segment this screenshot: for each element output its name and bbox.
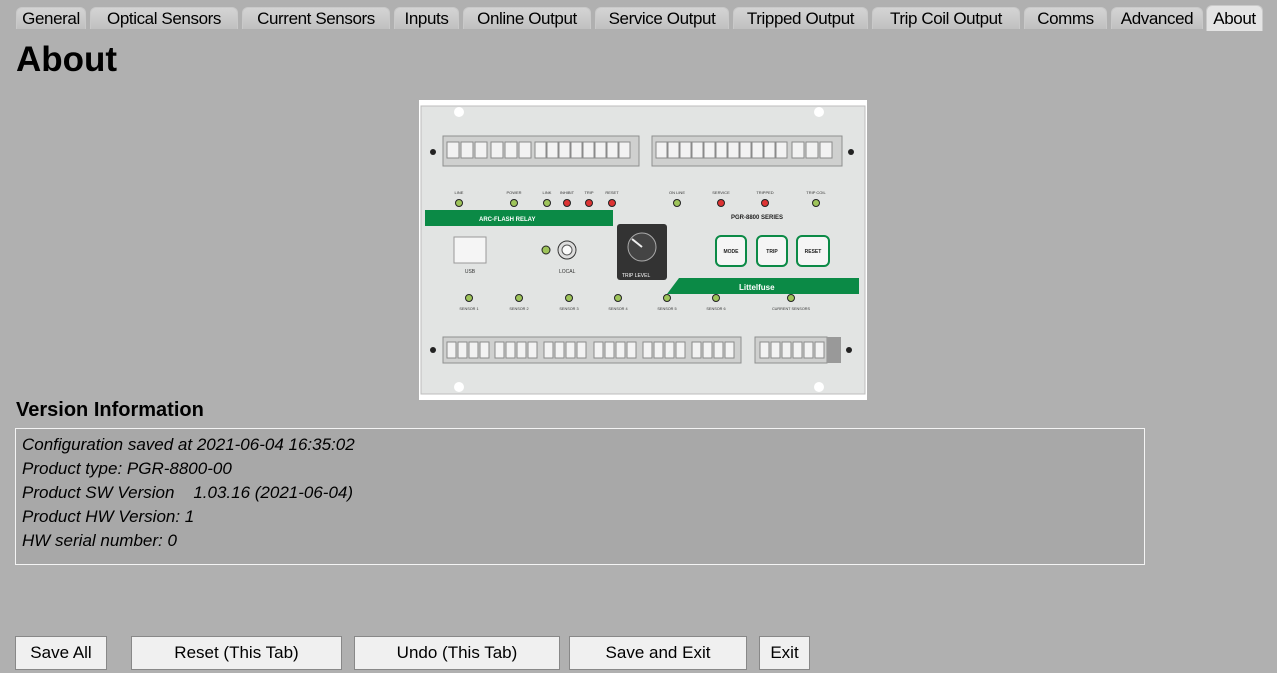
svg-text:TRIPPED: TRIPPED bbox=[756, 190, 773, 195]
svg-text:SENSOR 2: SENSOR 2 bbox=[509, 307, 528, 311]
exit-button[interactable]: Exit bbox=[759, 636, 810, 670]
undo-tab-button[interactable]: Undo (This Tab) bbox=[354, 636, 560, 670]
svg-text:INHIBIT: INHIBIT bbox=[560, 190, 575, 195]
tab-about[interactable]: About bbox=[1206, 5, 1263, 31]
local-label: LOCAL bbox=[559, 269, 576, 275]
trip-button-label: TRIP bbox=[766, 249, 778, 255]
svg-text:SENSOR 3: SENSOR 3 bbox=[559, 307, 578, 311]
svg-text:RESET: RESET bbox=[605, 190, 619, 195]
save-and-exit-button[interactable]: Save and Exit bbox=[569, 636, 747, 670]
sw-version-line: Product SW Version 1.03.16 (2021-06-04) bbox=[22, 483, 354, 502]
svg-text:LINK: LINK bbox=[543, 190, 552, 195]
serial-number-line: HW serial number: 0 bbox=[22, 531, 177, 550]
svg-text:SENSOR 6: SENSOR 6 bbox=[706, 307, 725, 311]
tab-comms[interactable]: Comms bbox=[1024, 7, 1107, 29]
svg-text:LINE: LINE bbox=[455, 190, 464, 195]
version-info-title: Version Information bbox=[16, 399, 204, 421]
device-image: LINE POWER LINK INHIBIT TRIP RESET ON LINE SE… bbox=[419, 100, 867, 400]
tab-inputs[interactable]: Inputs bbox=[394, 7, 459, 29]
svg-text:SENSOR 5: SENSOR 5 bbox=[657, 307, 676, 311]
svg-text:TRIP: TRIP bbox=[584, 190, 593, 195]
arc-flash-relay-label: ARC-FLASH RELAY bbox=[479, 217, 535, 223]
svg-text:ON LINE: ON LINE bbox=[669, 190, 685, 195]
tab-optical-sensors[interactable]: Optical Sensors bbox=[90, 7, 238, 29]
hw-version-line: Product HW Version: 1 bbox=[22, 507, 195, 526]
product-type-line: Product type: PGR-8800-00 bbox=[22, 459, 232, 478]
svg-text:CURRENT SENSORS: CURRENT SENSORS bbox=[772, 307, 811, 311]
tab-service-output[interactable]: Service Output bbox=[595, 7, 729, 29]
version-info-box: Configuration saved at 2021-06-04 16:35:… bbox=[15, 428, 1145, 565]
brand-label: Littelfuse bbox=[739, 283, 775, 292]
config-saved-line: Configuration saved at 2021-06-04 16:35:… bbox=[22, 435, 355, 454]
tab-bar: General Optical Sensors Current Sensors … bbox=[0, 0, 1277, 36]
svg-text:POWER: POWER bbox=[506, 190, 521, 195]
svg-text:SENSOR 1: SENSOR 1 bbox=[459, 307, 478, 311]
page-title: About bbox=[16, 40, 118, 79]
reset-tab-button[interactable]: Reset (This Tab) bbox=[131, 636, 342, 670]
series-label: PGR-8800 SERIES bbox=[731, 215, 783, 221]
mode-button-label: MODE bbox=[724, 249, 740, 255]
tab-tripped-output[interactable]: Tripped Output bbox=[733, 7, 868, 29]
usb-label: USB bbox=[465, 269, 476, 275]
tab-trip-coil-output[interactable]: Trip Coil Output bbox=[872, 7, 1020, 29]
svg-text:TRIP COIL: TRIP COIL bbox=[806, 190, 826, 195]
tab-online-output[interactable]: Online Output bbox=[463, 7, 591, 29]
tab-advanced[interactable]: Advanced bbox=[1111, 7, 1203, 29]
svg-text:SERVICE: SERVICE bbox=[712, 190, 730, 195]
tab-current-sensors[interactable]: Current Sensors bbox=[242, 7, 390, 29]
save-all-button[interactable]: Save All bbox=[15, 636, 107, 670]
svg-text:SENSOR 4: SENSOR 4 bbox=[608, 307, 627, 311]
trip-level-label: TRIP LEVEL bbox=[622, 273, 650, 279]
tab-general[interactable]: General bbox=[16, 7, 86, 29]
reset-button-label: RESET bbox=[805, 249, 822, 255]
